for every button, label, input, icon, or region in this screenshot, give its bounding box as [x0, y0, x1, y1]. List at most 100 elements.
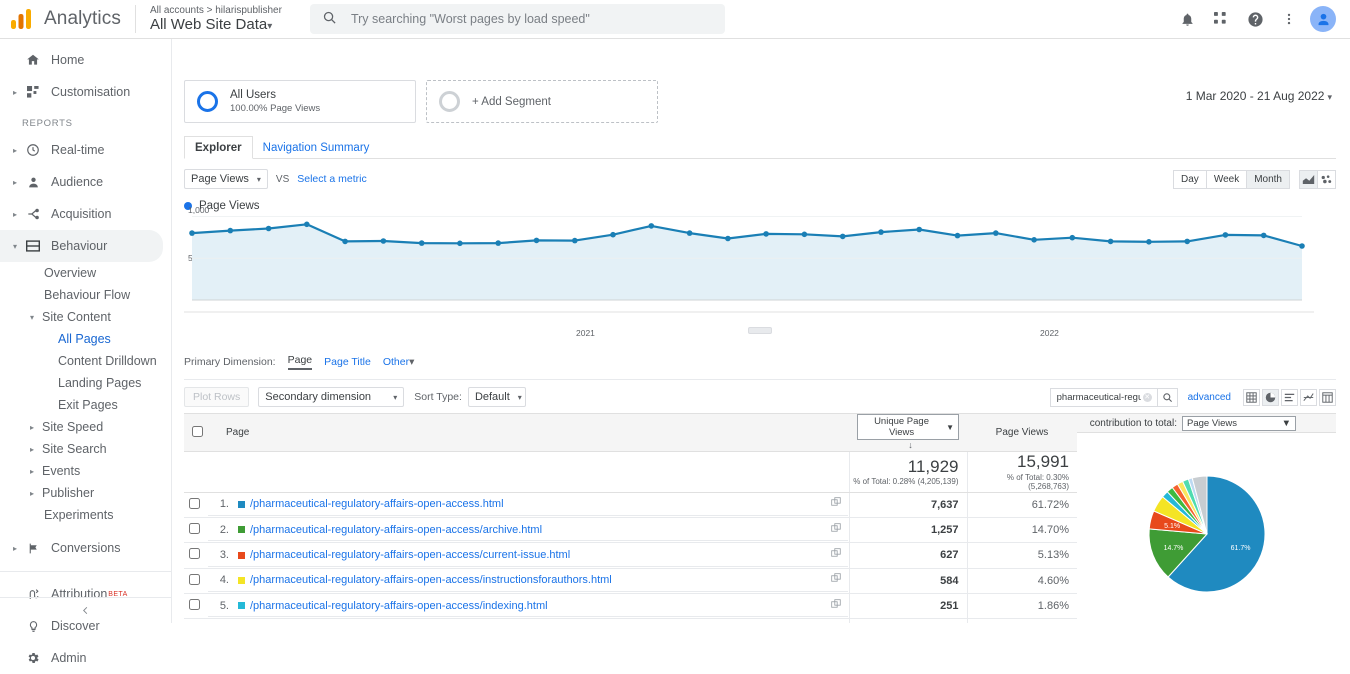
more-vert-icon[interactable] — [1272, 2, 1306, 36]
row-checkbox[interactable] — [188, 599, 200, 611]
avatar[interactable] — [1310, 6, 1336, 32]
column-header-page[interactable]: Page — [204, 413, 849, 452]
chart-resize-handle[interactable] — [748, 327, 772, 334]
search-input[interactable] — [348, 11, 713, 27]
help-icon[interactable] — [1238, 2, 1272, 36]
table-view-icon[interactable] — [1243, 388, 1260, 406]
totals-unique-page-views-value: 11,929 — [907, 456, 959, 476]
granularity-day[interactable]: Day — [1173, 169, 1207, 189]
gear-icon — [22, 651, 44, 665]
external-link-icon[interactable] — [825, 518, 848, 542]
sidebar-item-exit-pages[interactable]: Exit Pages — [0, 394, 171, 416]
column-header-page-views[interactable]: Page Views — [967, 413, 1077, 452]
contribution-pie-chart[interactable]: 61.7% 14.7% 5.1% — [1107, 461, 1307, 611]
external-link-icon[interactable] — [825, 594, 848, 618]
sidebar-item-label: Events — [42, 464, 81, 478]
table-search-button[interactable] — [1157, 387, 1178, 407]
row-checkbox[interactable] — [188, 497, 200, 509]
sidebar-item-home[interactable]: Home — [0, 44, 171, 76]
chart-legend: Page Views — [184, 200, 1336, 212]
granularity-month[interactable]: Month — [1246, 169, 1290, 189]
chevron-down-icon: ▾ — [30, 312, 35, 322]
secondary-dimension-select[interactable]: Secondary dimension ▾ — [258, 387, 405, 407]
row-checkbox-cell — [184, 542, 204, 569]
row-index: 5. — [208, 594, 234, 618]
table-row[interactable]: 6./pharmaceutical-regulatory-affairs-ope… — [184, 618, 1077, 623]
sidebar-item-admin[interactable]: Admin — [0, 642, 171, 674]
table-row[interactable]: 1. /pharmaceutical-regulatory-affairs-ope… — [184, 492, 1077, 518]
sort-desc-icon[interactable]: ↓ — [908, 440, 913, 450]
table-row[interactable]: 5. /pharmaceutical-regulatory-affairs-ope… — [184, 593, 1077, 620]
comparison-view-icon[interactable] — [1300, 388, 1317, 406]
chevron-down-icon: ▾ — [409, 356, 415, 368]
sidebar-item-site-search[interactable]: ▸ Site Search — [0, 438, 171, 460]
primary-dimension-page[interactable]: Page — [287, 354, 313, 370]
analytics-logo-icon — [0, 9, 44, 29]
table-row[interactable]: 2. /pharmaceutical-regulatory-affairs-ope… — [184, 517, 1077, 544]
table-search-input[interactable] — [1054, 390, 1143, 404]
sidebar-item-customisation[interactable]: ▸ Customisation — [0, 76, 171, 108]
sidebar-item-overview[interactable]: Overview — [0, 262, 171, 284]
row-page-link[interactable]: /pharmaceutical-regulatory-affairs-open-… — [250, 524, 542, 536]
table-search-field[interactable]: ✕ — [1049, 387, 1158, 407]
primary-dimension-page-title[interactable]: Page Title — [324, 356, 371, 368]
top-icon-group — [1170, 2, 1342, 36]
sidebar-item-all-pages[interactable]: All Pages — [0, 328, 163, 350]
sidebar-item-site-speed[interactable]: ▸ Site Speed — [0, 416, 171, 438]
add-segment-button[interactable]: + Add Segment — [426, 80, 658, 123]
sidebar-collapse-button[interactable] — [0, 597, 171, 623]
external-link-icon[interactable] — [825, 569, 848, 592]
tab-explorer[interactable]: Explorer — [184, 136, 253, 159]
granularity-week[interactable]: Week — [1205, 169, 1248, 189]
segment-all-users[interactable]: All Users 100.00% Page Views — [184, 80, 416, 123]
sidebar-item-audience[interactable]: ▸ Audience — [0, 166, 171, 198]
row-checkbox[interactable] — [188, 573, 200, 585]
metric-select[interactable]: Page Views ▾ — [184, 169, 268, 189]
sidebar-item-events[interactable]: ▸ Events — [0, 460, 171, 482]
clear-search-icon[interactable]: ✕ — [1142, 392, 1152, 402]
sort-type-select[interactable]: Default ▾ — [467, 387, 526, 407]
row-page-link[interactable]: /pharmaceutical-regulatory-affairs-open-… — [250, 600, 548, 612]
unique-page-views-metric-select[interactable]: Unique Page Views ▼ — [857, 414, 959, 440]
row-page-link[interactable]: /pharmaceutical-regulatory-affairs-open-… — [250, 498, 504, 510]
performance-view-icon[interactable] — [1281, 388, 1298, 406]
date-range-picker[interactable]: 1 Mar 2020 - 21 Aug 2022 ▾ — [1186, 89, 1332, 103]
table-row[interactable]: 3. /pharmaceutical-regulatory-affairs-ope… — [184, 542, 1077, 569]
global-search[interactable] — [309, 4, 725, 34]
row-page-link[interactable]: /pharmaceutical-regulatory-affairs-open-… — [250, 549, 570, 561]
sidebar-item-content-drilldown[interactable]: Content Drilldown — [0, 350, 171, 372]
pivot-view-icon[interactable] — [1319, 388, 1336, 406]
sidebar-item-real-time[interactable]: ▸ Real-time — [0, 134, 171, 166]
account-selector[interactable]: All accounts > hilarispublisher All Web … — [150, 5, 282, 34]
plot-rows-button[interactable]: Plot Rows — [184, 387, 250, 407]
sidebar-item-conversions[interactable]: ▸ Conversions — [0, 532, 171, 564]
apps-grid-icon[interactable] — [1204, 2, 1238, 36]
sidebar-item-behaviour-flow[interactable]: Behaviour Flow — [0, 284, 171, 306]
sidebar-item-landing-pages[interactable]: Landing Pages — [0, 372, 171, 394]
row-checkbox[interactable] — [188, 523, 200, 535]
line-chart-icon[interactable] — [1299, 169, 1318, 189]
external-link-icon[interactable] — [825, 544, 848, 567]
bell-icon[interactable] — [1170, 2, 1204, 36]
row-page-link[interactable]: /pharmaceutical-regulatory-affairs-open-… — [250, 574, 612, 586]
external-link-icon[interactable] — [825, 493, 848, 516]
row-checkbox[interactable] — [188, 548, 200, 560]
sidebar-item-publisher[interactable]: ▸ Publisher — [0, 482, 171, 504]
scatter-chart-icon[interactable] — [1317, 169, 1336, 189]
select-all-checkbox[interactable] — [192, 425, 203, 437]
primary-dimension-other[interactable]: Other▾ — [383, 356, 415, 368]
pie-view-icon[interactable] — [1262, 388, 1279, 406]
advanced-search-link[interactable]: advanced — [1188, 392, 1231, 403]
metric-row: Page Views ▾ VS Select a metric Day Week… — [184, 169, 1336, 189]
contribution-select[interactable]: Page Views ▼ — [1182, 415, 1296, 431]
page-views-line-chart[interactable]: 1,000 500 2021 2022 — [184, 205, 1336, 338]
sidebar-item-behaviour[interactable]: ▾ Behaviour — [0, 230, 163, 262]
sidebar-item-acquisition[interactable]: ▸ Acquisition — [0, 198, 171, 230]
tab-navigation-summary[interactable]: Navigation Summary — [253, 136, 380, 159]
table-row[interactable]: 4. /pharmaceutical-regulatory-affairs-ope… — [184, 568, 1077, 594]
segment-subtitle: 100.00% Page Views — [230, 102, 321, 114]
select-a-metric-link[interactable]: Select a metric — [297, 173, 366, 185]
row-color-swatch — [238, 551, 245, 559]
sidebar-item-experiments[interactable]: Experiments — [0, 504, 171, 526]
sidebar-item-site-content[interactable]: ▾ Site Content — [0, 306, 171, 328]
